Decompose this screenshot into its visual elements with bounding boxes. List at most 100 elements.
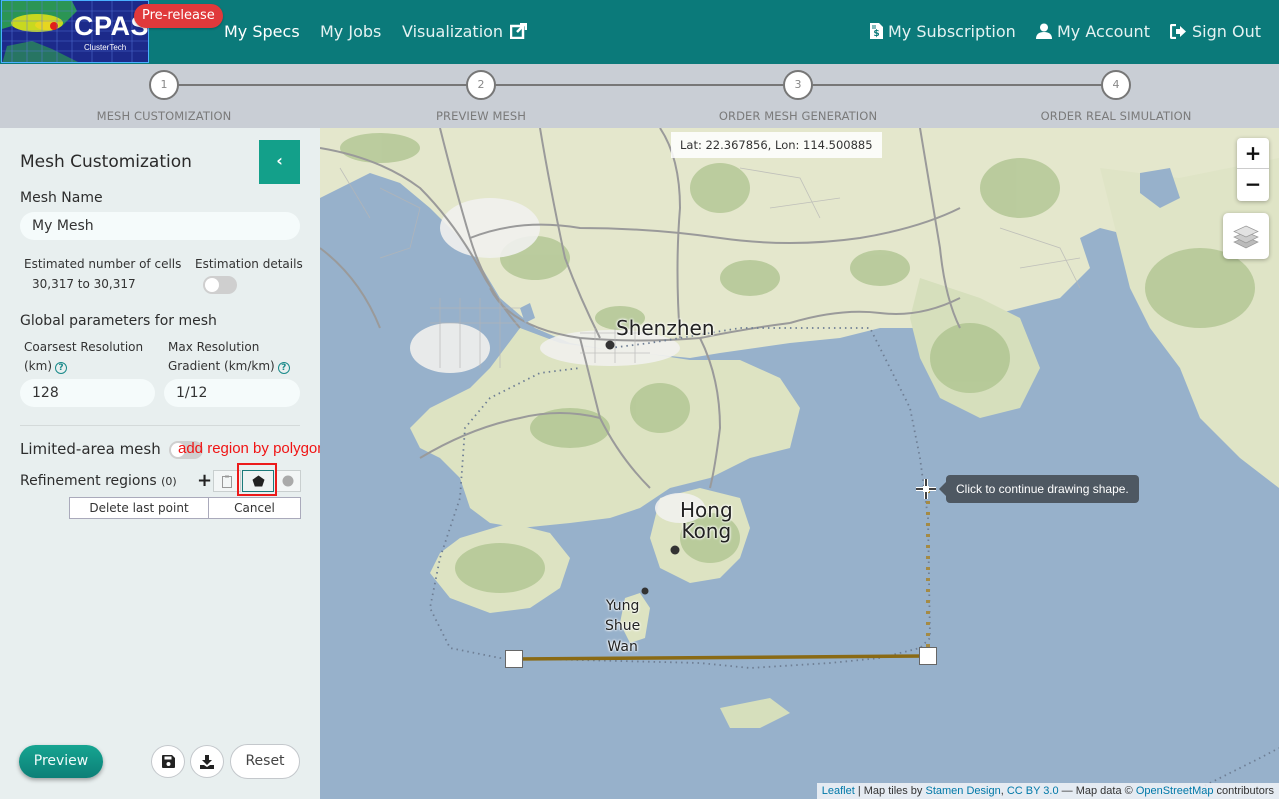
step-2-circle[interactable]: 2 [466, 70, 496, 100]
delete-last-point-button[interactable]: Delete last point [69, 497, 209, 519]
pre-release-badge: Pre-release [134, 4, 223, 28]
nav-visualization-label: Visualization [402, 22, 504, 41]
drawn-polygon-edge [513, 654, 928, 661]
preview-button[interactable]: Preview [19, 745, 103, 778]
layers-icon [1233, 225, 1259, 249]
drawing-tooltip: Click to continue drawing shape. [939, 475, 1139, 503]
coarsest-resolution-label-line1: Coarsest Resolution [24, 340, 144, 354]
step-1-label: MESH CUSTOMIZATION [96, 109, 232, 123]
nav-visualization[interactable]: Visualization [402, 20, 532, 44]
external-link-icon [510, 23, 528, 39]
save-button[interactable] [151, 745, 185, 778]
polygon-vertex-2[interactable] [919, 647, 937, 665]
south-island [720, 698, 790, 728]
layers-control-button[interactable] [1223, 213, 1269, 259]
step-4-circle[interactable]: 4 [1101, 70, 1131, 100]
nav-sign-out-label: Sign Out [1192, 22, 1261, 41]
logo-subtitle: ClusterTech [84, 43, 127, 52]
attribution-text-2: — Map data © [1058, 785, 1136, 797]
step-4-label: ORDER REAL SIMULATION [1040, 109, 1192, 123]
user-icon [1036, 23, 1052, 39]
map-attribution: Leaflet | Map tiles by Stamen Design, CC… [816, 783, 1279, 799]
cancel-drawing-button[interactable]: Cancel [208, 497, 301, 519]
nav-my-account[interactable]: My Account [1036, 20, 1150, 44]
ysw-line-1: Yung [605, 598, 640, 614]
nav-my-subscription-label: My Subscription [888, 22, 1016, 41]
sign-out-icon [1170, 24, 1186, 39]
clipboard-icon [222, 475, 232, 488]
step-3-circle[interactable]: 3 [783, 70, 813, 100]
boundary-southeast [1199, 747, 1279, 789]
cc-by-link[interactable]: CC BY 3.0 [1007, 785, 1059, 797]
zoom-control: + − [1237, 138, 1269, 201]
mesh-name-label: Mesh Name [20, 190, 103, 206]
map-view[interactable]: Shenzhen Hong Kong Yung Shue Wan Click t… [320, 128, 1279, 799]
place-label-shenzhen: Shenzhen [616, 316, 715, 340]
estimated-cells-value: 30,317 to 30,317 [32, 277, 136, 291]
cursor-coordinates: Lat: 22.367856, Lon: 114.500885 [671, 132, 882, 158]
ysw-line-2: Shue [605, 618, 641, 635]
estimation-details-label: Estimation details [195, 257, 303, 271]
collapse-panel-button[interactable]: ‹ [259, 140, 300, 184]
download-button[interactable] [190, 745, 224, 778]
coarsest-unit: (km) [24, 359, 53, 373]
panel-title: Mesh Customization [20, 152, 192, 172]
global-params-label: Global parameters for mesh [20, 313, 217, 329]
reset-button[interactable]: Reset [230, 744, 300, 779]
svg-text:$: $ [873, 29, 879, 39]
gradient-input[interactable]: 1/12 [164, 379, 300, 407]
nav-my-specs[interactable]: My Specs [224, 20, 300, 44]
cpas-logo[interactable]: CPAS ClusterTech [1, 0, 149, 63]
add-icon[interactable]: + [197, 470, 212, 492]
help-icon[interactable]: ? [277, 362, 290, 374]
attribution-text-3: contributors [1213, 785, 1274, 797]
refinement-count: (0) [161, 475, 177, 488]
stamen-link[interactable]: Stamen Design [925, 785, 1000, 797]
estimation-details-toggle[interactable] [203, 276, 237, 294]
chevron-left-icon: ‹ [276, 151, 283, 170]
save-icon [161, 755, 175, 768]
ysw-line-3: Wan [607, 638, 638, 655]
estimated-cells-label: Estimated number of cells [24, 257, 182, 271]
section-divider [20, 425, 300, 426]
limited-area-label: Limited-area mesh [20, 440, 161, 458]
annotation-highlight-box [237, 463, 277, 496]
toggle-knob [205, 278, 219, 292]
hong-kong-marker [670, 545, 680, 555]
yung-shue-wan-marker [641, 587, 649, 595]
mesh-customization-panel: Mesh Customization ‹ Mesh Name My Mesh E… [0, 128, 326, 799]
nav-my-jobs[interactable]: My Jobs [320, 20, 381, 44]
stepper-line [164, 84, 1116, 86]
place-label-yung-shue-wan: Yung Shue Wan [605, 596, 640, 657]
nav-my-account-label: My Account [1057, 22, 1150, 41]
osm-link[interactable]: OpenStreetMap [1136, 785, 1214, 797]
mesh-name-input[interactable]: My Mesh [20, 212, 300, 240]
zoom-in-button[interactable]: + [1237, 138, 1269, 169]
leaflet-link[interactable]: Leaflet [822, 785, 855, 797]
coarsest-resolution-input[interactable]: 128 [20, 379, 155, 407]
refinement-regions-text: Refinement regions [20, 473, 157, 489]
zoom-out-button[interactable]: − [1237, 169, 1269, 200]
place-label-hong-kong: Hong Kong [680, 500, 733, 542]
step-3-label: ORDER MESH GENERATION [718, 109, 878, 123]
nav-sign-out[interactable]: Sign Out [1170, 20, 1261, 44]
gradient-label-line1: Max Resolution [168, 340, 260, 354]
coarsest-resolution-label-line2: (km)? [24, 359, 68, 374]
invoice-icon: $ [870, 23, 883, 39]
step-2-label: PREVIEW MESH [435, 109, 527, 123]
draw-circle-button[interactable] [275, 470, 301, 492]
top-navbar: CPAS ClusterTech Pre-release My Specs My… [0, 0, 1279, 64]
nav-my-subscription[interactable]: $ My Subscription [870, 20, 1016, 44]
hong-kong-line-1: Hong [680, 498, 733, 522]
hong-kong-line-2: Kong [681, 519, 732, 543]
help-icon[interactable]: ? [55, 362, 68, 374]
progress-stepper: 1 2 3 4 MESH CUSTOMIZATION PREVIEW MESH … [0, 64, 1279, 128]
annotation-text: add region by polygon [178, 440, 326, 457]
refinement-regions-label: Refinement regions (0) [20, 473, 177, 489]
polygon-vertex-1[interactable] [505, 650, 523, 668]
gradient-unit: Gradient (km/km) [168, 359, 275, 373]
step-1-circle[interactable]: 1 [149, 70, 179, 100]
download-icon [200, 754, 214, 769]
map-tiles [320, 128, 1279, 789]
gradient-label-line2: Gradient (km/km)? [168, 359, 290, 374]
